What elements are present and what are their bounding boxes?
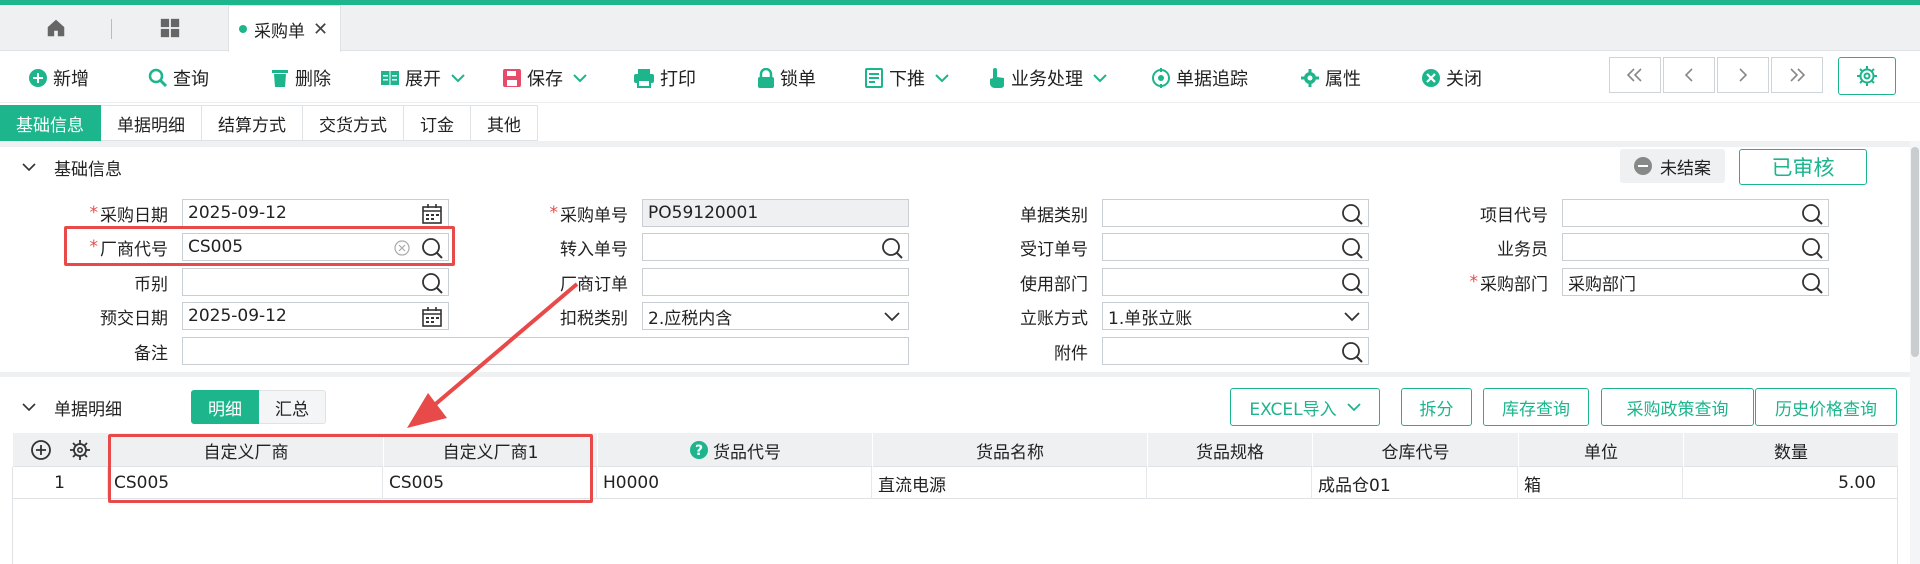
annotation-arrow-icon xyxy=(407,282,579,428)
